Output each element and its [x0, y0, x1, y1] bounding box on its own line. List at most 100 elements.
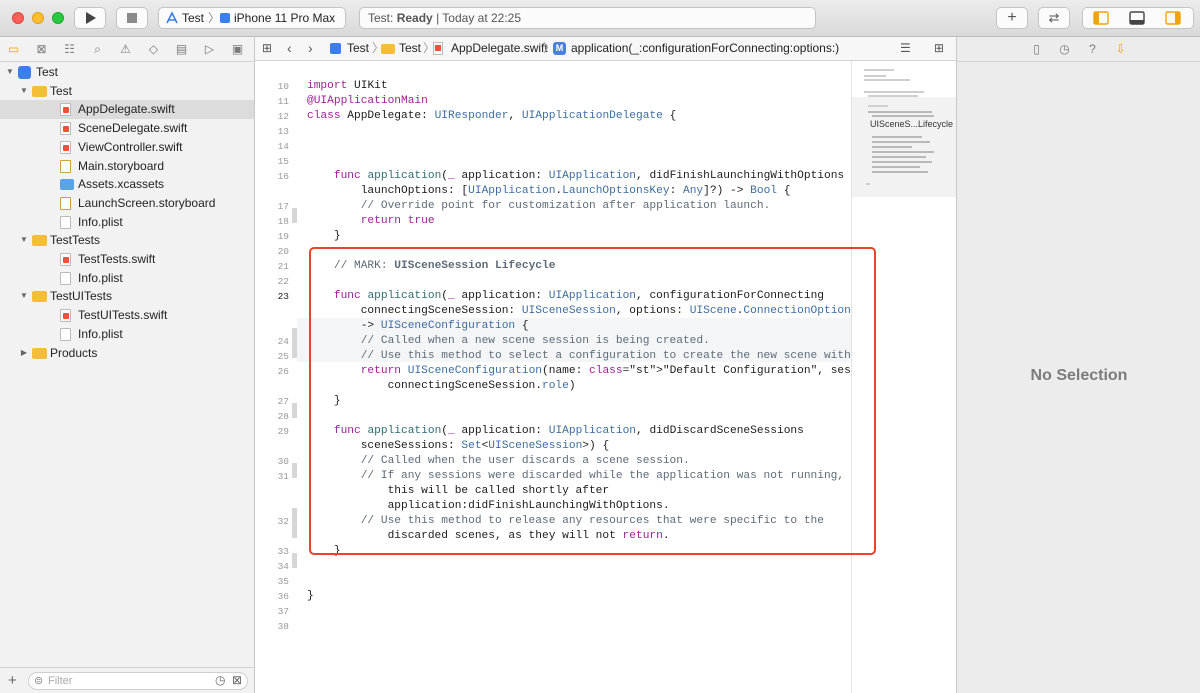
tree-item-label: TestUITests.swift: [78, 308, 168, 323]
inspector-tabs: ▯ ◷ ? ⇩: [957, 37, 1200, 62]
device-icon: [220, 13, 230, 23]
stop-icon: [127, 13, 137, 23]
split-editor-icon[interactable]: ⊞: [934, 37, 944, 60]
code-line[interactable]: import UIKit: [307, 79, 388, 94]
debug-list-icon[interactable]: ▤: [174, 42, 189, 56]
file-inspector-icon[interactable]: ▯: [1029, 42, 1044, 56]
tree-item-swift[interactable]: AppDelegate.swift: [0, 100, 254, 120]
swift-file-icon: [60, 253, 71, 266]
test-diamond-icon[interactable]: ◇: [146, 42, 161, 56]
code-line[interactable]: @UIApplicationMain: [307, 94, 428, 109]
stop-button[interactable]: [116, 7, 148, 29]
minimap-line: [872, 161, 932, 163]
add-file-icon[interactable]: +: [8, 672, 17, 689]
minimap-line: [864, 79, 910, 81]
chevron-right-icon: 〉: [208, 11, 221, 25]
code-line[interactable]: class AppDelegate: UIResponder, UIApplic…: [307, 109, 676, 124]
warning-icon[interactable]: ⚠: [118, 42, 133, 56]
back-arrow-icon[interactable]: ‹: [287, 37, 292, 60]
tree-item-label: Test: [50, 83, 73, 98]
filter-field[interactable]: ⊜ Filter ◷ ⊠: [28, 672, 248, 690]
line-number: 22: [277, 276, 289, 287]
tree-item-label: Assets.xcassets: [78, 177, 165, 192]
tree-item-storyboard[interactable]: LaunchScreen.storyboard: [0, 194, 254, 213]
line-number: 25: [277, 351, 289, 362]
search-icon[interactable]: ⌕: [90, 42, 105, 56]
code-line[interactable]: }: [307, 229, 341, 244]
report-icon[interactable]: ▣: [230, 42, 245, 56]
tree-item-folder[interactable]: ▼ TestTests: [0, 231, 254, 250]
tree-item-plist[interactable]: Info.plist: [0, 325, 254, 344]
close-window-button[interactable]: [12, 12, 24, 24]
minimize-window-button[interactable]: [32, 12, 44, 24]
folder-icon[interactable]: ▭: [6, 42, 21, 56]
tree-item-project[interactable]: ▼ Test: [0, 63, 254, 82]
line-number: 12: [277, 111, 289, 122]
debug-area-toggle-icon[interactable]: [1129, 11, 1145, 25]
tree-item-plist[interactable]: Info.plist: [0, 269, 254, 288]
tree-item-folder[interactable]: ▶ Products: [0, 344, 254, 363]
disclosure-collapsed-icon[interactable]: ▶: [19, 344, 29, 362]
source-control-filter-icon[interactable]: ⊠: [232, 673, 242, 687]
disclosure-expanded-icon[interactable]: ▼: [19, 231, 29, 249]
tree-item-folder[interactable]: ▼ Test: [0, 82, 254, 101]
minimap-line: [872, 171, 928, 173]
tree-item-folder[interactable]: ▼ TestUITests: [0, 287, 254, 306]
tree-item-swift[interactable]: SceneDelegate.swift: [0, 119, 254, 138]
inspector: ▯ ◷ ? ⇩ No Selection: [956, 37, 1200, 693]
inspector-toggle-icon[interactable]: [1165, 11, 1181, 25]
library-button[interactable]: +: [996, 7, 1028, 29]
related-items-icon[interactable]: ⊞: [262, 37, 272, 60]
fold-ribbon[interactable]: [292, 553, 297, 568]
minimap-line: [872, 115, 934, 117]
breadcrumb-symbol[interactable]: application(_:configurationForConnecting…: [571, 37, 839, 60]
plist-file-icon: [60, 215, 71, 229]
line-number: 33: [277, 546, 289, 557]
swift-file-icon: [433, 42, 443, 55]
fold-ribbon[interactable]: [292, 328, 297, 358]
attributes-inspector-icon[interactable]: ⇩: [1113, 42, 1128, 56]
tree-item-swift[interactable]: TestUITests.swift: [0, 306, 254, 325]
code-line[interactable]: // Override point for customization afte…: [307, 199, 771, 214]
disclosure-expanded-icon[interactable]: ▼: [19, 82, 29, 100]
breakpoint-icon[interactable]: ▷: [202, 42, 217, 56]
tree-item-label: ViewController.swift: [78, 139, 183, 154]
recent-files-icon[interactable]: ◷: [215, 673, 225, 687]
breadcrumb-file[interactable]: AppDelegate.swift: [451, 37, 548, 60]
tree-item-storyboard[interactable]: Main.storyboard: [0, 157, 254, 176]
code-line[interactable]: func application(_ application: UIApplic…: [307, 169, 844, 199]
play-icon: [86, 12, 96, 24]
zoom-window-button[interactable]: [52, 12, 64, 24]
editor-options-icon[interactable]: ☰: [900, 37, 911, 60]
fold-ribbon[interactable]: [292, 208, 297, 223]
tree-item-assets[interactable]: Assets.xcassets: [0, 175, 254, 194]
scheme-selector[interactable]: Test 〉 iPhone 11 Pro Max: [158, 7, 346, 29]
code-line[interactable]: return true: [307, 214, 435, 229]
swift-file-icon: [60, 122, 71, 136]
source-control-icon[interactable]: ⊠: [34, 42, 49, 56]
breadcrumb-project[interactable]: Test: [347, 37, 369, 60]
fold-ribbon[interactable]: [292, 508, 297, 538]
breadcrumb-group[interactable]: Test: [399, 37, 421, 60]
disclosure-expanded-icon[interactable]: ▼: [5, 63, 15, 81]
tree-item-plist[interactable]: Info.plist: [0, 213, 254, 232]
help-icon[interactable]: ?: [1085, 42, 1100, 56]
project-navigator: ▭ ⊠ ☷ ⌕ ⚠ ◇ ▤ ▷ ▣ ▼ Test ▼ Test AppDelegate.…: [0, 37, 255, 693]
code-review-button[interactable]: ⇄: [1038, 7, 1070, 29]
line-number: 15: [277, 156, 289, 167]
fold-ribbon[interactable]: [292, 463, 297, 478]
symbol-hierarchy-icon[interactable]: ☷: [62, 42, 77, 56]
tree-item-swift[interactable]: ViewController.swift: [0, 138, 254, 157]
disclosure-expanded-icon[interactable]: ▼: [19, 287, 29, 305]
navigator-toggle-icon[interactable]: [1093, 11, 1109, 25]
run-button[interactable]: [74, 7, 106, 29]
tree-item-swift[interactable]: TestTests.swift: [0, 250, 254, 269]
filter-bar: + ⊜ Filter ◷ ⊠: [0, 667, 255, 693]
panel-toggle-group: [1082, 7, 1194, 29]
swift-file-icon: [60, 140, 71, 154]
code-line[interactable]: }: [307, 589, 314, 604]
fold-ribbon[interactable]: [292, 403, 297, 418]
minimap-line: [872, 156, 926, 158]
history-icon[interactable]: ◷: [1057, 42, 1072, 56]
forward-arrow-icon[interactable]: ›: [308, 37, 313, 60]
